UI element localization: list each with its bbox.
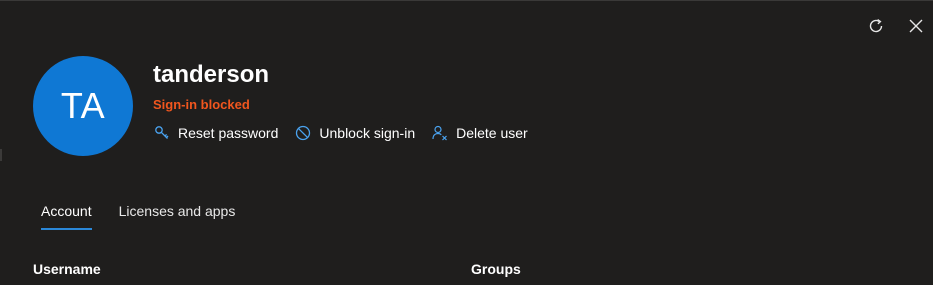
tab-licenses-and-apps[interactable]: Licenses and apps xyxy=(119,203,236,230)
delete-user-icon xyxy=(431,124,449,142)
unblock-sign-in-button[interactable]: Unblock sign-in xyxy=(294,123,415,143)
reset-password-label: Reset password xyxy=(178,125,279,141)
key-icon xyxy=(153,124,171,142)
reset-password-button[interactable]: Reset password xyxy=(153,123,278,143)
user-display-name: tanderson xyxy=(153,61,270,88)
username-heading: Username xyxy=(33,261,101,277)
user-header: TA tanderson Sign-in blocked Reset passw… xyxy=(33,56,544,156)
block-icon xyxy=(294,124,312,142)
user-identity: tanderson Sign-in blocked Reset password xyxy=(153,60,544,143)
avatar: TA xyxy=(33,56,133,156)
panel-edge-marker xyxy=(0,149,2,161)
user-details-panel: TA tanderson Sign-in blocked Reset passw… xyxy=(0,0,933,285)
user-actions: Reset password Unblock sign-in Delete us… xyxy=(153,123,544,143)
avatar-initials: TA xyxy=(60,85,106,126)
refresh-icon[interactable] xyxy=(865,15,887,37)
detail-tabs: Account Licenses and apps xyxy=(41,203,235,230)
window-actions xyxy=(865,15,927,37)
delete-user-button[interactable]: Delete user xyxy=(431,123,528,143)
close-icon[interactable] xyxy=(905,15,927,37)
delete-user-label: Delete user xyxy=(456,125,528,141)
status-badge: Sign-in blocked xyxy=(153,97,250,112)
groups-heading: Groups xyxy=(471,261,521,277)
tab-account[interactable]: Account xyxy=(41,203,92,230)
unblock-sign-in-label: Unblock sign-in xyxy=(319,125,416,141)
